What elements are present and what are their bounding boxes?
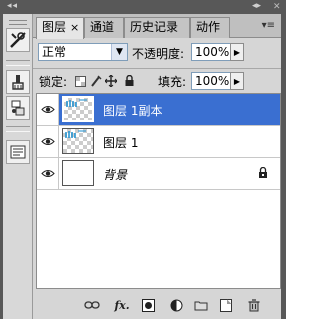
panel-tabs: 图层 × 通道 历史记录 动作 ▾≡ (33, 14, 281, 39)
icon-dock (3, 14, 33, 319)
dock-separator (6, 126, 30, 132)
brush-icon[interactable] (6, 70, 30, 94)
lock-image-icon[interactable] (90, 75, 102, 87)
new-layer-icon[interactable] (218, 298, 234, 312)
collapse-panel-icon[interactable]: ◂▸ (252, 1, 261, 11)
lock-label: 锁定: (39, 75, 68, 89)
layer-name[interactable]: 图层 1副本 (103, 102, 162, 119)
clone-source-icon[interactable] (6, 96, 30, 120)
fill-input[interactable]: 100% (191, 72, 231, 90)
tab-layers[interactable]: 图层 × (36, 17, 84, 39)
layer-style-icon[interactable]: fx. (114, 298, 130, 312)
panel-top-bar: ◂◂ ◂▸ ✕ (0, 0, 286, 14)
collapse-dock-icon[interactable]: ◂◂ (7, 1, 18, 11)
blend-mode-select[interactable]: 正常 ▼ (38, 43, 128, 61)
lock-transparent-icon[interactable] (74, 75, 86, 87)
new-group-icon[interactable] (193, 298, 209, 312)
adjustment-layer-icon[interactable] (168, 298, 184, 312)
layer-row-background[interactable]: 背景 (37, 158, 280, 190)
lock-icon (258, 166, 268, 182)
opacity-input[interactable]: 100% (191, 43, 231, 61)
layer-row-layer-1[interactable]: 图层 1 (37, 126, 280, 158)
eye-icon[interactable] (37, 126, 59, 157)
fill-slider-button[interactable]: ▶ (230, 72, 244, 90)
add-mask-icon[interactable] (140, 298, 156, 312)
close-tab-icon[interactable]: × (70, 21, 79, 34)
eye-icon[interactable] (37, 94, 59, 125)
tab-label: 通道 (90, 20, 115, 34)
lock-all-icon[interactable] (123, 75, 135, 87)
tab-channels[interactable]: 通道 (84, 17, 124, 38)
dock-grip[interactable] (9, 20, 27, 25)
trash-icon[interactable] (246, 298, 262, 312)
lock-position-icon[interactable] (105, 75, 117, 87)
tab-actions[interactable]: 动作 (190, 17, 230, 38)
opacity-label: 不透明度: (132, 47, 185, 61)
layer-row-layer-1-copy[interactable]: 图层 1副本 (37, 94, 280, 126)
tab-label: 动作 (196, 20, 221, 34)
layer-thumbnail (62, 96, 94, 122)
layers-panel: 图层 × 通道 历史记录 动作 ▾≡ 正常 ▼ 不透明度: 100% ▶ 锁定: … (33, 14, 281, 319)
tools-icon[interactable] (6, 28, 30, 52)
link-layers-icon[interactable] (84, 298, 100, 312)
dock-separator (6, 60, 30, 66)
lock-row: 锁定: 填充: 100% ▶ (33, 68, 281, 92)
right-edge (281, 14, 286, 319)
notes-icon[interactable] (6, 140, 30, 164)
fill-label: 填充: (158, 75, 187, 89)
layer-thumbnail (62, 160, 94, 186)
layer-name[interactable]: 背景 (103, 166, 127, 183)
layer-thumbnail (62, 128, 94, 154)
chevron-down-icon[interactable]: ▼ (111, 44, 127, 60)
layers-list: 图层 1副本 图层 1 背景 (36, 93, 281, 289)
tab-label: 图层 (42, 20, 67, 34)
blend-mode-value: 正常 (42, 45, 67, 59)
panel-menu-icon[interactable]: ▾≡ (262, 20, 275, 31)
tab-label: 历史记录 (130, 20, 179, 34)
opacity-slider-button[interactable]: ▶ (230, 43, 244, 61)
close-panel-icon[interactable]: ✕ (273, 2, 281, 12)
tab-history[interactable]: 历史记录 (124, 17, 190, 38)
layers-footer: fx. (33, 293, 281, 319)
layer-name[interactable]: 图层 1 (103, 134, 138, 151)
eye-icon[interactable] (37, 158, 59, 189)
blend-row: 正常 ▼ 不透明度: 100% ▶ (33, 39, 281, 65)
